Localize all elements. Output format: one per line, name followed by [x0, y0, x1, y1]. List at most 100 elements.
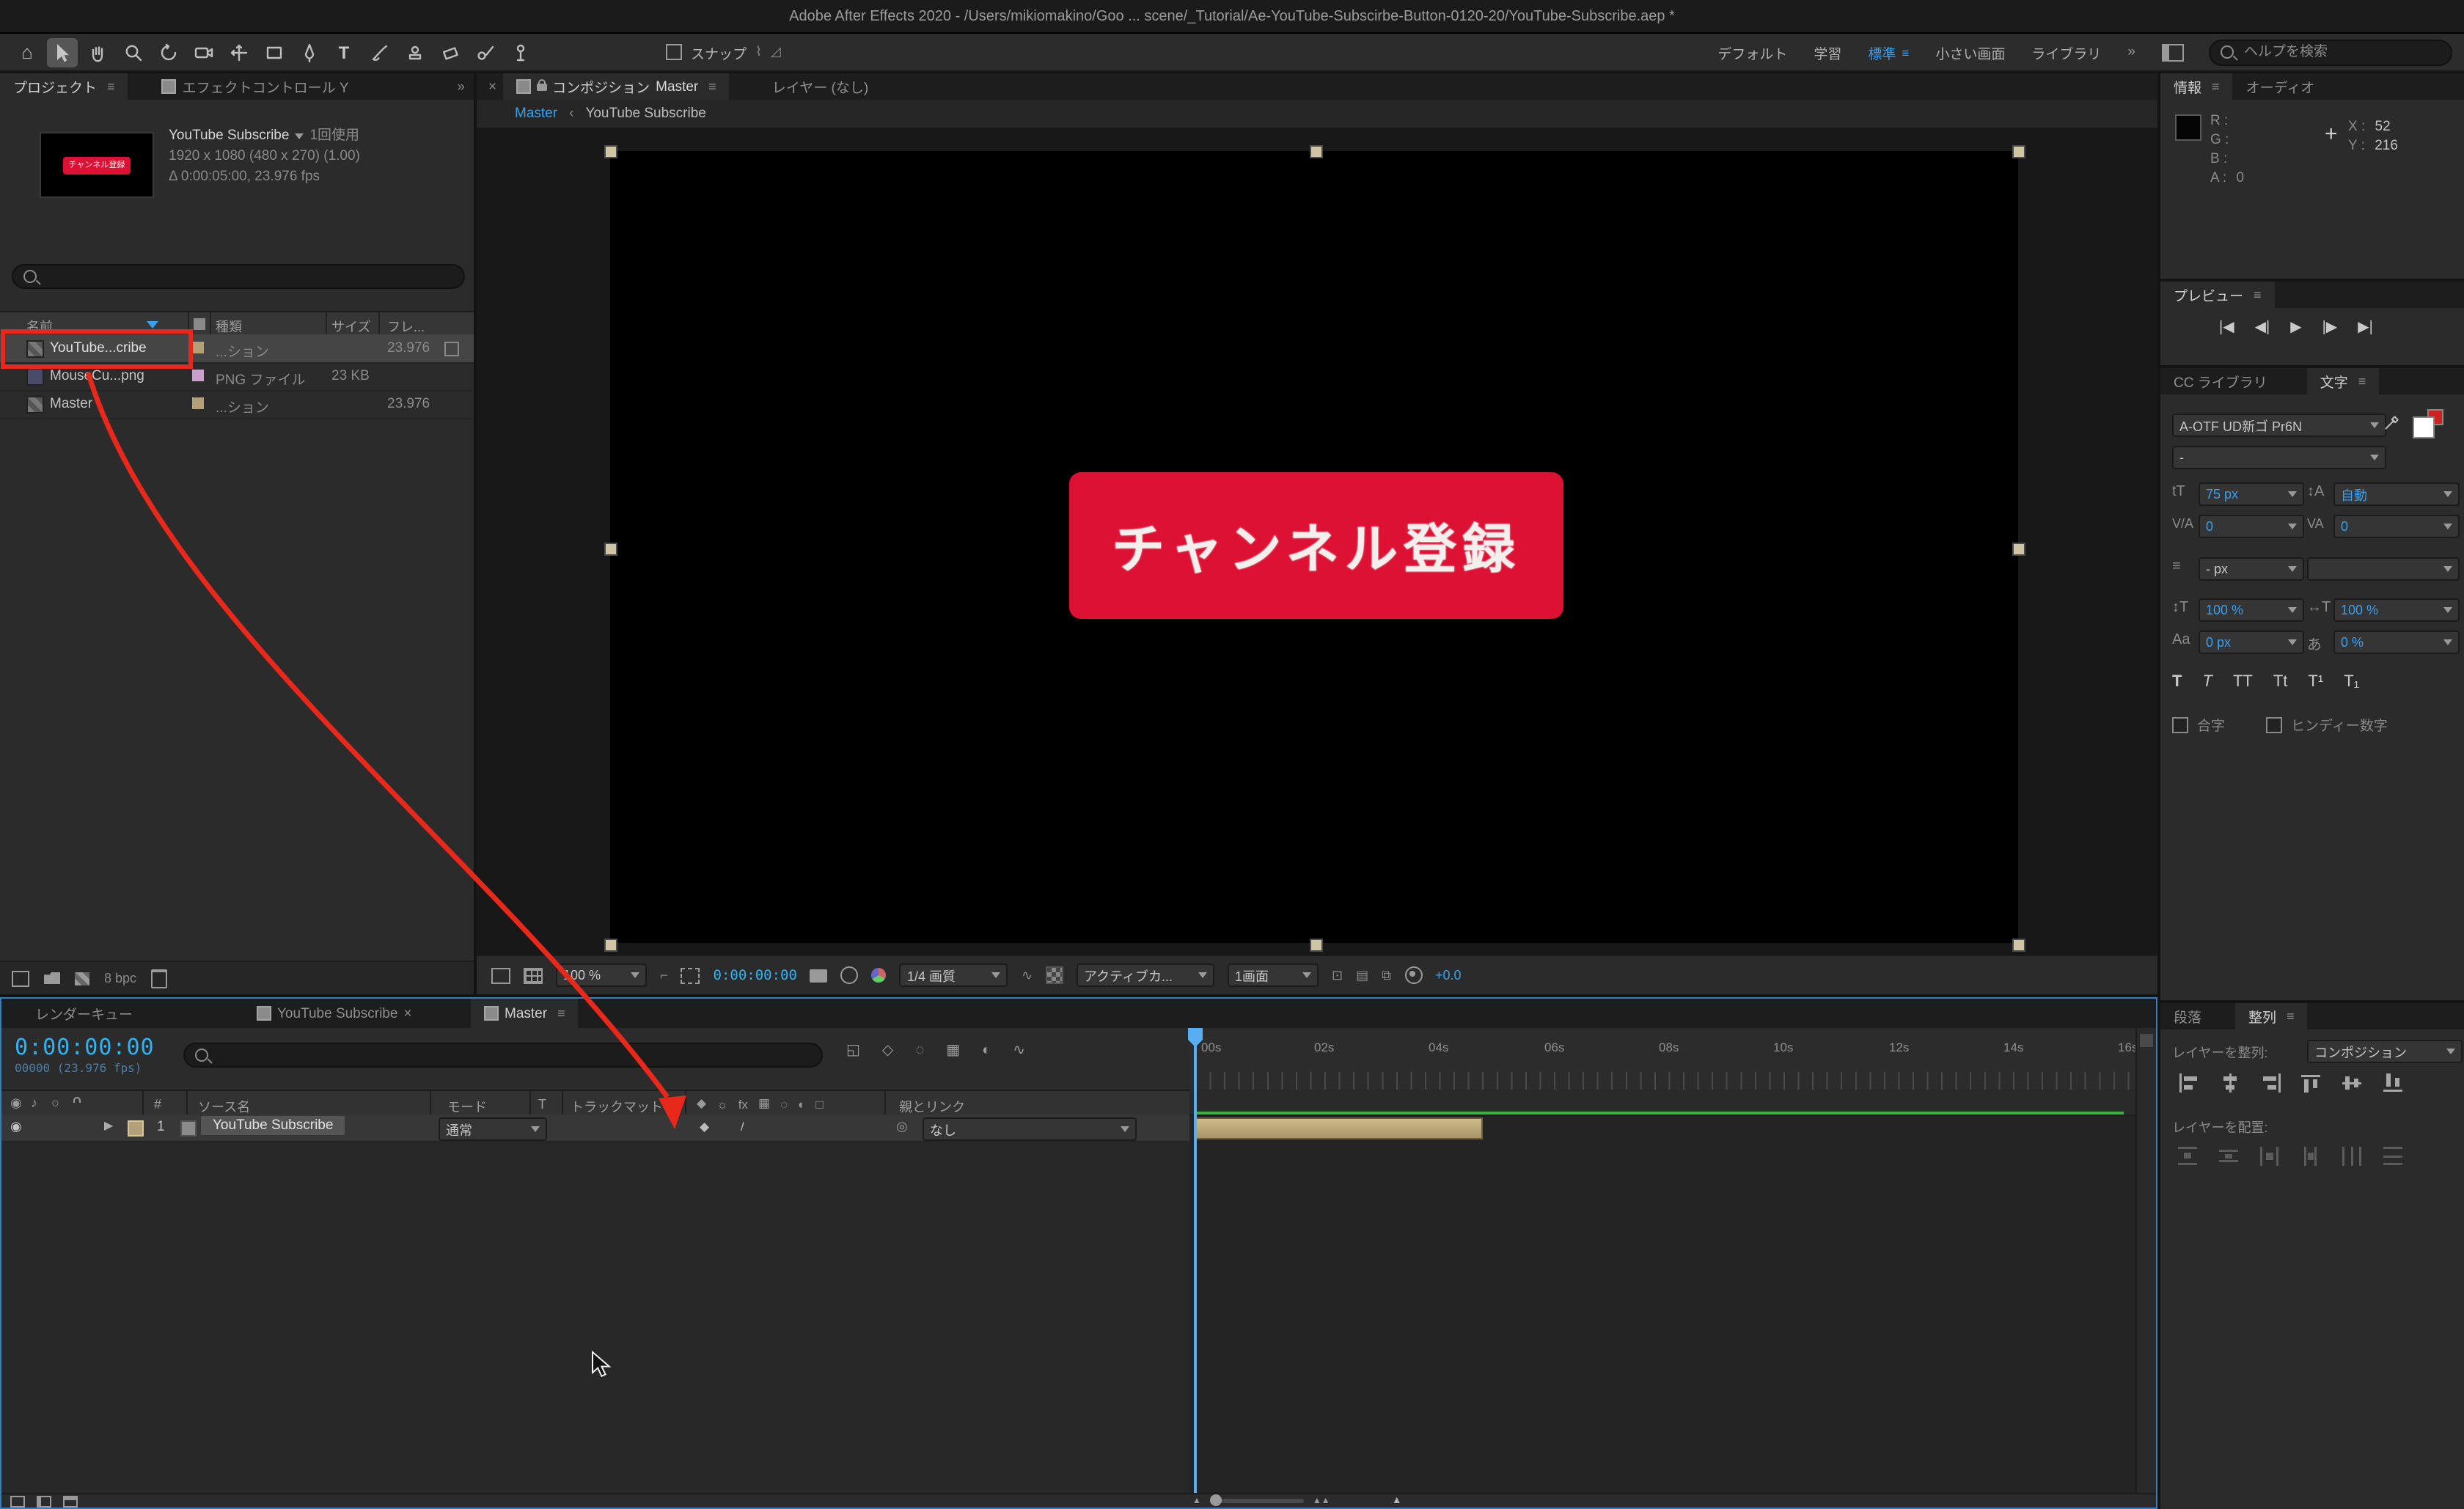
- brush-tool-icon[interactable]: [364, 37, 395, 67]
- layer-twirl-icon[interactable]: ▶: [104, 1119, 113, 1132]
- snap-label[interactable]: スナップ: [691, 42, 747, 62]
- help-search-input[interactable]: [2241, 43, 2441, 62]
- tracking-dropdown[interactable]: 0: [2333, 515, 2460, 538]
- layer-quality-switch-icon[interactable]: ◆: [700, 1119, 709, 1135]
- align-top-icon[interactable]: [2301, 1073, 2323, 1093]
- project-bit-depth[interactable]: 8 bpc: [104, 971, 136, 985]
- project-item-usage[interactable]: 1回使用: [309, 126, 359, 147]
- composition-frame[interactable]: チャンネル登録: [604, 145, 2025, 952]
- faux-bold-icon[interactable]: T: [2172, 673, 2182, 691]
- character-panel-menu-icon[interactable]: ≡: [2358, 374, 2366, 389]
- breadcrumb-current[interactable]: YouTube Subscribe: [585, 106, 705, 122]
- layer-row[interactable]: ◉ ▶ 1 YouTube Subscribe 通常 ◆ / ◎ なし: [1, 1115, 1189, 1142]
- vertical-scale-dropdown[interactable]: 100 %: [2199, 598, 2304, 622]
- home-icon[interactable]: ⌂: [12, 37, 43, 67]
- toggle-layer-switches-icon[interactable]: [10, 1495, 25, 1507]
- font-size-dropdown[interactable]: 75 px: [2199, 482, 2304, 506]
- grid-options-icon[interactable]: [524, 967, 543, 983]
- tab-align[interactable]: 整列 ≡: [2235, 1003, 2308, 1029]
- reset-exposure-icon[interactable]: [1404, 966, 1423, 984]
- roto-brush-tool-icon[interactable]: [469, 37, 500, 67]
- label-color-chip[interactable]: [192, 397, 204, 409]
- magnification-dropdown[interactable]: 100 %: [556, 963, 647, 987]
- column-track-matte[interactable]: トラックマット: [571, 1097, 663, 1116]
- zoom-tool-icon[interactable]: [117, 37, 148, 67]
- workspace-overflow-icon[interactable]: »: [2127, 44, 2135, 60]
- tab-paragraph[interactable]: 段落: [2160, 1003, 2215, 1029]
- comp-flowchart-icon[interactable]: ⧉: [1382, 967, 1391, 983]
- next-frame-icon[interactable]: |▶: [2322, 320, 2338, 336]
- column-source-name[interactable]: ソース名: [198, 1097, 250, 1116]
- frame-blending-icon[interactable]: ▦: [946, 1043, 960, 1059]
- transform-handle[interactable]: [604, 543, 617, 556]
- tab-effect-controls[interactable]: エフェクトコントロール Y: [149, 73, 362, 100]
- small-caps-icon[interactable]: Tt: [2273, 673, 2288, 691]
- kerning-dropdown[interactable]: 0: [2199, 515, 2304, 538]
- always-preview-icon[interactable]: [491, 967, 510, 983]
- column-layer-number[interactable]: #: [154, 1097, 161, 1112]
- ligatures-checkbox[interactable]: [2172, 716, 2188, 733]
- superscript-icon[interactable]: T¹: [2308, 673, 2323, 691]
- ruler-icon[interactable]: ⌐: [660, 968, 668, 983]
- fill-color-swatch[interactable]: [2413, 416, 2435, 438]
- project-search-box[interactable]: [12, 264, 465, 289]
- eyedropper-icon[interactable]: [2383, 414, 2401, 431]
- align-target-dropdown[interactable]: コンポジション: [2307, 1040, 2463, 1063]
- timeline-timecode[interactable]: 0:00:00:00: [15, 1034, 155, 1060]
- transform-handle[interactable]: [2012, 543, 2025, 556]
- workspace-libraries[interactable]: ライブラリ: [2031, 42, 2101, 62]
- column-type[interactable]: 種類: [216, 317, 242, 336]
- align-right-icon[interactable]: [2260, 1073, 2282, 1093]
- time-zoom-slider[interactable]: [1209, 1494, 1304, 1506]
- timeline-search-input[interactable]: [216, 1046, 811, 1065]
- snap-icon[interactable]: [666, 44, 682, 60]
- column-mode[interactable]: モード: [447, 1097, 487, 1116]
- column-framerate[interactable]: フレ...: [387, 317, 425, 336]
- previous-frame-icon[interactable]: ◀|: [2255, 320, 2270, 336]
- stroke-width-dropdown[interactable]: - px: [2199, 557, 2304, 581]
- snap-option-b-icon[interactable]: ◿: [771, 44, 781, 60]
- tab-layer[interactable]: レイヤー (なし): [759, 73, 881, 100]
- align-left-icon[interactable]: [2178, 1073, 2200, 1093]
- layer-duration-bar[interactable]: [1195, 1117, 1483, 1139]
- tab-info[interactable]: 情報 ≡: [2160, 73, 2233, 100]
- tab-preview[interactable]: プレビュー ≡: [2160, 282, 2275, 308]
- column-size[interactable]: サイズ: [331, 317, 370, 336]
- graph-editor-icon[interactable]: ∿: [1013, 1043, 1025, 1059]
- project-panel-menu-icon[interactable]: ≡: [107, 79, 115, 94]
- tab-comp-master[interactable]: Master ≡: [471, 999, 579, 1028]
- project-search-input[interactable]: [44, 267, 453, 286]
- workspace-learn[interactable]: 学習: [1814, 42, 1841, 62]
- pixel-aspect-icon[interactable]: ⊡: [1332, 967, 1343, 983]
- hindi-digits-checkbox[interactable]: [2266, 716, 2283, 733]
- layer-draft-switch-icon[interactable]: /: [741, 1119, 744, 1134]
- interpret-footage-icon[interactable]: [12, 970, 29, 986]
- transparency-grid-icon[interactable]: [1046, 966, 1064, 984]
- draft-3d-icon[interactable]: ◇: [882, 1043, 893, 1059]
- preview-panel-menu-icon[interactable]: ≡: [2254, 287, 2262, 302]
- baseline-shift-dropdown[interactable]: 0 px: [2199, 631, 2304, 654]
- breadcrumb-parent[interactable]: Master: [515, 106, 557, 122]
- column-name[interactable]: 名前: [26, 317, 53, 336]
- comp-marker-bin-icon[interactable]: ▲: [1392, 1496, 1402, 1506]
- new-folder-icon[interactable]: [44, 972, 60, 984]
- timeline-search-box[interactable]: [183, 1043, 823, 1068]
- timeline-empty-area[interactable]: [1, 1142, 1189, 1493]
- tsume-dropdown[interactable]: 0 %: [2333, 631, 2460, 654]
- puppet-pin-tool-icon[interactable]: [505, 37, 535, 67]
- tab-character[interactable]: 文字 ≡: [2306, 368, 2380, 394]
- transform-handle[interactable]: [604, 145, 617, 158]
- clone-stamp-tool-icon[interactable]: [399, 37, 430, 67]
- layer-mode-dropdown[interactable]: 通常: [439, 1117, 547, 1141]
- tab-comp-youtube-subscribe[interactable]: YouTube Subscribe ×: [243, 1000, 425, 1027]
- zoom-in-time-icon[interactable]: ▲▲: [1313, 1497, 1330, 1505]
- font-family-dropdown[interactable]: A-OTF UD新ゴ Pr6N: [2172, 414, 2386, 437]
- timeline-graph-area[interactable]: 00s 02s 04s 06s 08s 10s 12s 14s 16s: [1188, 1028, 2138, 1494]
- all-caps-icon[interactable]: TT: [2233, 673, 2253, 691]
- zoom-out-time-icon[interactable]: ▲: [1192, 1497, 1201, 1505]
- align-center-vertical-icon[interactable]: [2342, 1073, 2364, 1093]
- first-frame-icon[interactable]: |◀: [2219, 320, 2234, 336]
- composition-panel-menu-icon[interactable]: ≡: [708, 79, 716, 94]
- workspace-small-screen[interactable]: 小さい画面: [1935, 42, 2005, 62]
- selection-tool-icon[interactable]: [47, 37, 78, 67]
